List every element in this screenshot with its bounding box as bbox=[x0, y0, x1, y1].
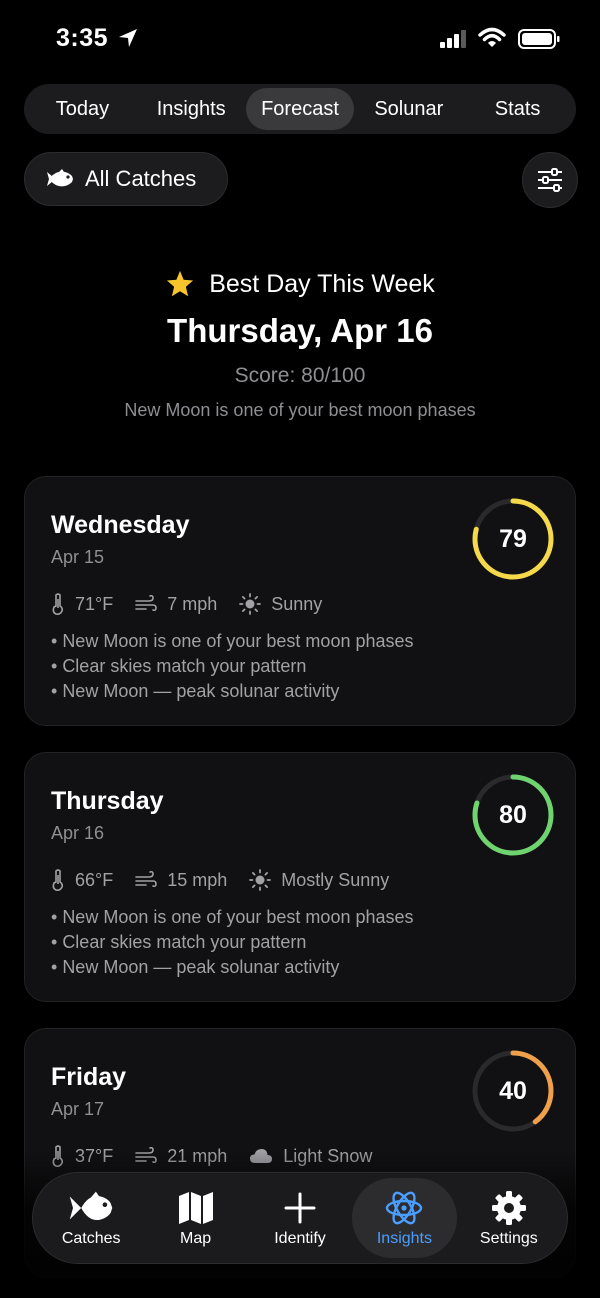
weather-row: 71°F 7 mph Sunny bbox=[51, 593, 344, 615]
score-value: 79 bbox=[499, 524, 527, 553]
location-arrow-icon bbox=[119, 29, 137, 47]
wifi-icon bbox=[478, 27, 506, 47]
sky-condition: Sunny bbox=[271, 593, 323, 614]
score-ring: 79 bbox=[471, 497, 555, 581]
day-name: Friday bbox=[51, 1063, 127, 1091]
gear-icon bbox=[491, 1191, 526, 1225]
star-icon bbox=[165, 269, 195, 299]
sun-icon bbox=[239, 593, 262, 615]
nav-insights[interactable]: Insights bbox=[352, 1178, 457, 1258]
nav-map[interactable]: Map bbox=[143, 1178, 247, 1258]
nav-catches[interactable]: Catches bbox=[39, 1178, 143, 1258]
insight-item: Clear skies match your pattern bbox=[51, 930, 414, 955]
score-ring: 80 bbox=[471, 773, 555, 857]
atom-icon bbox=[386, 1191, 423, 1225]
insight-item: Clear skies match your pattern bbox=[51, 654, 414, 679]
map-icon bbox=[178, 1192, 213, 1224]
bottom-tab-bar: Catches Map Identify Insights Settings bbox=[32, 1172, 568, 1264]
day-date: Apr 15 bbox=[51, 547, 105, 567]
filter-label: All Catches bbox=[85, 166, 197, 191]
score-value: 40 bbox=[499, 1076, 527, 1105]
insight-list: New Moon is one of your best moon phases… bbox=[51, 905, 414, 980]
best-day-note: New Moon is one of your best moon phases bbox=[124, 400, 476, 420]
forecast-tab-bar: Today Insights Forecast Solunar Stats bbox=[24, 84, 576, 134]
day-name: Thursday bbox=[51, 787, 164, 815]
nav-label: Catches bbox=[61, 1230, 121, 1247]
fish-icon bbox=[69, 1191, 113, 1221]
wind-speed: 7 mph bbox=[167, 593, 218, 614]
sun-icon bbox=[249, 869, 272, 891]
wind-speed: 15 mph bbox=[167, 869, 228, 890]
nav-label: Identify bbox=[274, 1230, 326, 1247]
nav-label: Settings bbox=[479, 1230, 538, 1247]
sky-condition: Mostly Sunny bbox=[281, 869, 390, 890]
insight-item: New Moon is one of your best moon phases bbox=[51, 629, 413, 654]
nav-label: Insights bbox=[376, 1230, 432, 1247]
tab-insights[interactable]: Insights bbox=[137, 88, 246, 130]
thermometer-icon bbox=[52, 593, 64, 615]
thermometer-icon bbox=[52, 869, 64, 891]
wind-icon bbox=[135, 595, 158, 612]
tab-solunar[interactable]: Solunar bbox=[354, 88, 463, 130]
best-day-date: Thursday, Apr 16 bbox=[167, 312, 433, 349]
weather-row: 66°F 15 mph Mostly Sunny bbox=[51, 869, 411, 891]
best-day-heading: Best Day This Week bbox=[209, 269, 435, 298]
day-date: Apr 16 bbox=[51, 823, 105, 843]
day-card-wednesday[interactable]: Wednesday Apr 15 79 71°F 7 mph Sunny New… bbox=[24, 476, 576, 726]
fish-icon bbox=[47, 168, 75, 190]
status-time: 3:35 bbox=[56, 24, 109, 52]
insight-item: New Moon — peak solunar activity bbox=[51, 679, 414, 704]
temperature: 71°F bbox=[75, 593, 114, 614]
score-ring: 40 bbox=[471, 1049, 555, 1133]
battery-icon bbox=[518, 29, 560, 49]
filter-settings-button[interactable] bbox=[522, 152, 578, 208]
sliders-icon bbox=[538, 168, 562, 192]
day-date: Apr 17 bbox=[51, 1099, 105, 1119]
tab-today[interactable]: Today bbox=[28, 88, 137, 130]
nav-identify[interactable]: Identify bbox=[248, 1178, 352, 1258]
plus-icon bbox=[284, 1192, 316, 1224]
all-catches-filter-button[interactable]: All Catches bbox=[24, 152, 228, 206]
nav-settings[interactable]: Settings bbox=[457, 1178, 561, 1258]
insight-item: New Moon is one of your best moon phases bbox=[51, 905, 413, 930]
cellular-signal-icon bbox=[440, 30, 466, 48]
insight-list: New Moon is one of your best moon phases… bbox=[51, 629, 414, 704]
wind-icon bbox=[135, 871, 158, 888]
insight-item: New Moon — peak solunar activity bbox=[51, 955, 414, 980]
day-card-thursday[interactable]: Thursday Apr 16 80 66°F 15 mph Mostly Su… bbox=[24, 752, 576, 1002]
best-day-score: Score: 80/100 bbox=[234, 364, 366, 387]
tab-forecast[interactable]: Forecast bbox=[245, 88, 355, 130]
tab-stats[interactable]: Stats bbox=[463, 88, 572, 130]
day-name: Wednesday bbox=[51, 511, 190, 539]
status-bar: 3:35 bbox=[0, 0, 600, 80]
score-value: 80 bbox=[499, 800, 527, 829]
nav-label: Map bbox=[180, 1230, 212, 1247]
temperature: 66°F bbox=[75, 869, 114, 890]
best-day-summary: Best Day This Week Thursday, Apr 16 Scor… bbox=[0, 262, 600, 421]
